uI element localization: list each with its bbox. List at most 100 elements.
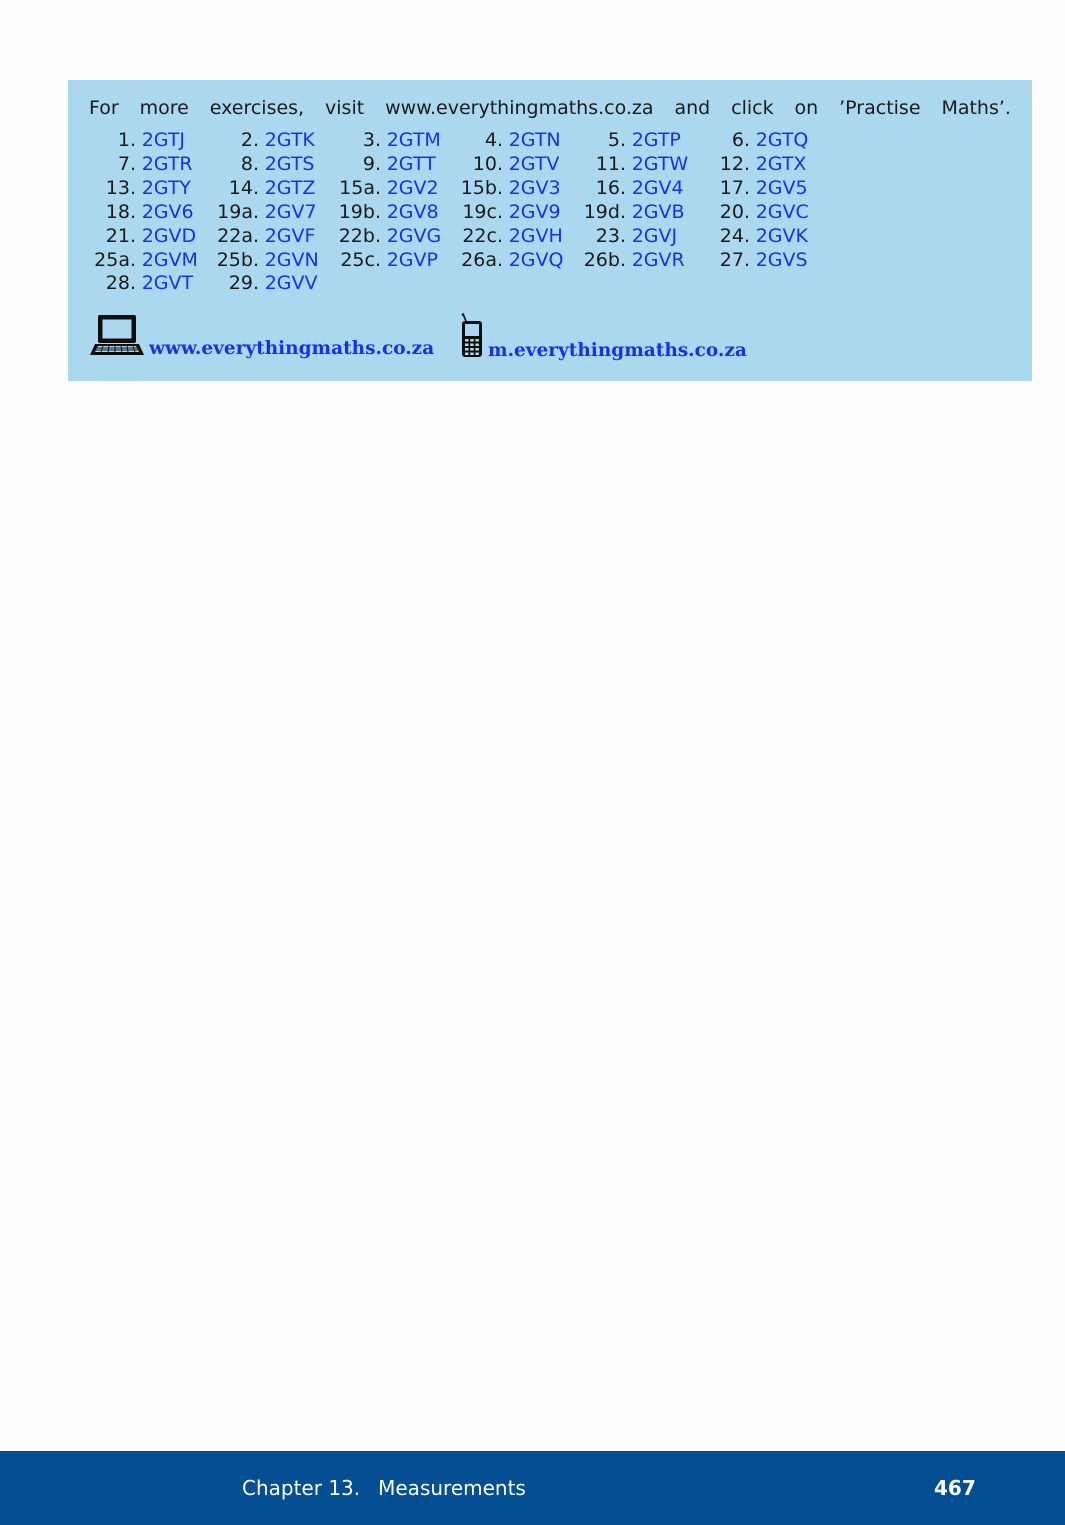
exercise-number: 12.	[719, 152, 750, 175]
exercise-number: 19c.	[462, 200, 503, 223]
exercise-number: 11.	[595, 152, 626, 175]
mobile-link[interactable]: m.everythingmaths.co.za	[460, 313, 747, 361]
exercise-number: 25c.	[340, 248, 381, 271]
exercise-code-link[interactable]: 2GVV	[265, 272, 318, 294]
intro-word: ’Practise	[839, 97, 921, 119]
exercise-code-item[interactable]: 22c. 2GVH	[427, 224, 562, 249]
exercise-number: 16.	[595, 176, 626, 199]
exercise-code-item[interactable]: 19c. 2GV9	[427, 200, 560, 225]
exercise-code-item[interactable]: 24. 2GVK	[674, 225, 808, 249]
exercise-number: 19a.	[217, 200, 259, 223]
exercise-code-item[interactable]: 26a. 2GVQ	[427, 249, 563, 273]
exercise-number: 5.	[607, 129, 626, 151]
exercise-code-item[interactable]: 16. 2GV4	[550, 177, 684, 201]
exercise-number: 19b.	[338, 200, 381, 223]
exercise-code-item[interactable]: 26b. 2GVR	[550, 249, 685, 273]
exercise-code-item[interactable]: 4. 2GTN	[427, 129, 561, 153]
intro-word: on	[794, 97, 819, 119]
intro-word: exercises,	[209, 97, 305, 119]
exercise-code-link[interactable]: 2GVJ	[632, 225, 677, 247]
exercise-number: 14.	[228, 176, 259, 199]
exercise-code-item[interactable]: 12. 2GTX	[674, 152, 807, 177]
exercise-number: 23.	[595, 224, 626, 247]
mobile-link-text[interactable]: m.everythingmaths.co.za	[488, 340, 747, 361]
intro-url[interactable]: www.everythingmaths.co.za	[385, 97, 653, 121]
intro-word: click	[731, 97, 774, 119]
exercise-code-item[interactable]: 10. 2GTV	[427, 152, 560, 177]
page-footer: Chapter 13. Measurements 467	[0, 1451, 1065, 1525]
exercise-number: 22c.	[462, 224, 503, 247]
exercise-number: 21.	[105, 224, 136, 247]
exercise-number: 27.	[719, 248, 750, 271]
exercise-number: 20.	[719, 200, 750, 223]
exercise-number: 3.	[362, 129, 381, 151]
exercise-code-item[interactable]: 22a. 2GVF	[183, 225, 315, 249]
exercise-number: 9.	[362, 152, 381, 175]
exercise-code-item[interactable]: 2. 2GTK	[183, 129, 315, 153]
exercise-code-item[interactable]: 17. 2GV5	[674, 177, 808, 201]
exercise-code-item[interactable]: 25b. 2GVN	[183, 249, 319, 273]
chapter-title: Measurements	[378, 1476, 526, 1500]
exercise-code-link[interactable]: 2GV5	[756, 177, 808, 199]
exercise-code-link[interactable]: 2GVS	[756, 249, 808, 271]
exercise-number: 26b.	[583, 248, 626, 271]
exercise-code-item[interactable]: 9. 2GTT	[305, 153, 436, 177]
exercise-code-item[interactable]: 25c. 2GVP	[305, 249, 438, 273]
practice-box: For more exercises, visit www.everything…	[68, 80, 1032, 381]
intro-text: For more exercises, visit www.everything…	[89, 97, 1011, 121]
exercise-number: 15a.	[339, 176, 381, 199]
exercise-code-item[interactable]: 19b. 2GV8	[305, 201, 439, 225]
intro-word: Maths’.	[941, 97, 1011, 119]
exercise-code-item[interactable]: 7. 2GTR	[60, 153, 193, 177]
exercise-number: 7.	[117, 152, 136, 175]
exercise-number: 22a.	[217, 224, 259, 247]
exercise-code-item[interactable]: 28. 2GVT	[60, 272, 193, 296]
exercise-code-item[interactable]: 21. 2GVD	[60, 225, 196, 249]
intro-word: and	[674, 97, 711, 119]
exercise-code-item[interactable]: 20. 2GVC	[674, 201, 809, 225]
exercise-code-item[interactable]: 13. 2GTY	[60, 177, 191, 201]
exercise-number: 25b.	[216, 248, 259, 271]
exercise-code-item[interactable]: 3. 2GTM	[305, 129, 441, 153]
exercise-code-item[interactable]: 22b. 2GVG	[305, 224, 442, 249]
exercise-code-link[interactable]: 2GTX	[756, 153, 807, 175]
exercise-code-item[interactable]: 29. 2GVV	[183, 272, 318, 296]
intro-word: visit	[325, 97, 365, 119]
exercise-code-item[interactable]: 23. 2GVJ	[550, 225, 677, 249]
exercise-number: 22b.	[338, 224, 381, 247]
exercise-code-item[interactable]: 18. 2GV6	[60, 201, 194, 225]
exercise-code-item[interactable]: 11. 2GTW	[550, 153, 688, 177]
exercise-number: 28.	[105, 272, 136, 295]
page-number: 467	[934, 1476, 976, 1500]
exercise-number: 10.	[472, 152, 503, 175]
exercise-code-item[interactable]: 27. 2GVS	[674, 249, 808, 273]
exercise-number: 29.	[228, 272, 259, 295]
chapter-label: Chapter 13.	[242, 1476, 361, 1500]
desktop-link[interactable]: www.everythingmaths.co.za	[89, 313, 434, 359]
exercise-number: 19d.	[583, 200, 626, 223]
exercise-number: 1.	[117, 129, 136, 151]
exercise-number: 13.	[105, 176, 136, 199]
exercise-number: 26a.	[461, 248, 503, 271]
intro-word: more	[139, 97, 189, 119]
desktop-link-text[interactable]: www.everythingmaths.co.za	[149, 338, 434, 359]
exercise-code-link[interactable]: 2GVC	[756, 201, 809, 223]
exercise-code-item[interactable]: 19d. 2GVB	[550, 201, 685, 225]
exercise-code-item[interactable]: 15b. 2GV3	[427, 177, 561, 201]
exercise-code-item[interactable]: 15a. 2GV2	[305, 176, 438, 201]
exercise-code-item[interactable]: 1. 2GTJ	[60, 129, 185, 153]
exercise-number: 25a.	[94, 248, 136, 271]
exercise-code-item[interactable]: 25a. 2GVM	[60, 249, 198, 273]
exercise-code-item[interactable]: 8. 2GTS	[183, 153, 315, 177]
exercise-number: 6.	[731, 129, 750, 151]
exercise-code-link[interactable]: 2GTQ	[756, 129, 809, 151]
exercise-code-item[interactable]: 14. 2GTZ	[183, 176, 316, 201]
intro-word: For	[89, 97, 119, 119]
site-links: www.everythingmaths.co.za m.everythingma…	[89, 313, 789, 363]
exercise-code-item[interactable]: 19a. 2GV7	[183, 200, 316, 225]
exercise-code-link[interactable]: 2GVK	[756, 225, 808, 247]
exercise-code-item[interactable]: 6. 2GTQ	[674, 129, 809, 153]
exercise-code-item[interactable]: 5. 2GTP	[550, 129, 681, 153]
mobile-phone-icon	[461, 313, 482, 357]
exercise-code-link[interactable]: 2GTJ	[142, 129, 185, 151]
